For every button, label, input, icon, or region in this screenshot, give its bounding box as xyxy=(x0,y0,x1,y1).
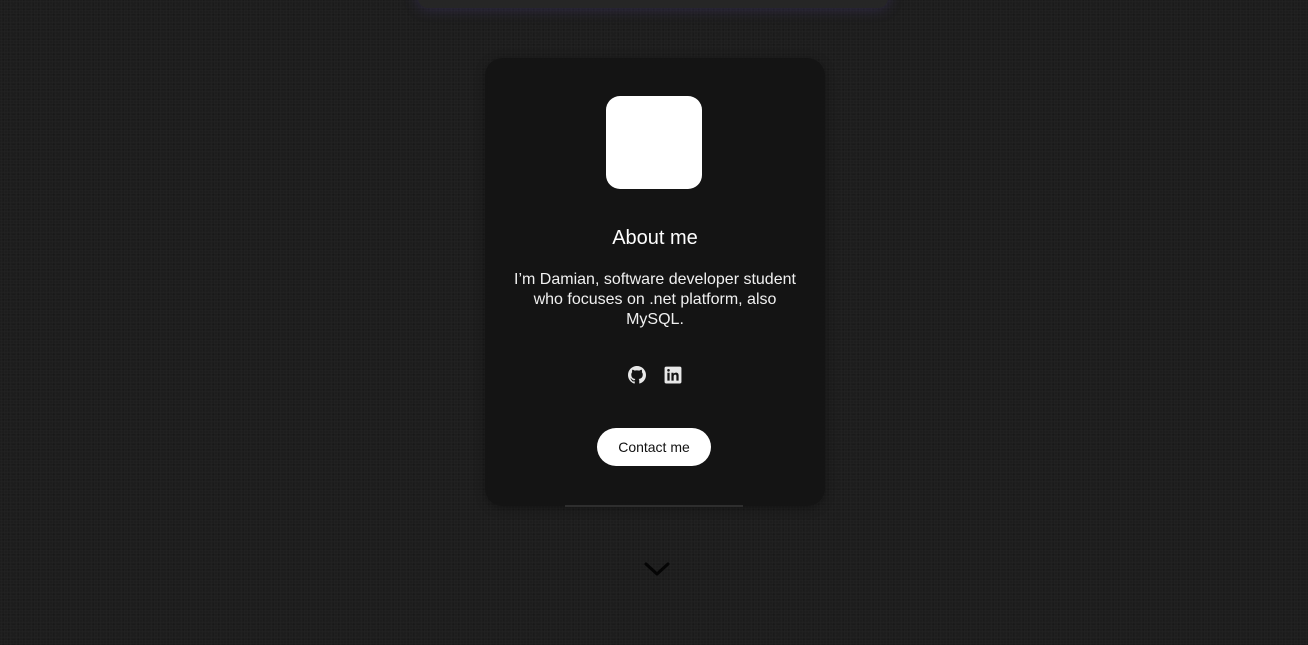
chevron-down-icon xyxy=(644,562,670,576)
about-description: I’m Damian, software developer student w… xyxy=(514,271,796,328)
about-card: About me I’m Damian, software developer … xyxy=(485,58,825,507)
scroll-down-button[interactable] xyxy=(644,561,670,577)
linkedin-icon xyxy=(664,366,682,384)
social-links xyxy=(485,366,825,384)
avatar xyxy=(606,96,702,189)
card-divider xyxy=(565,505,743,507)
contact-me-button[interactable]: Contact me xyxy=(597,428,711,466)
linkedin-link[interactable] xyxy=(664,366,682,384)
github-icon xyxy=(628,366,646,384)
github-link[interactable] xyxy=(628,366,646,384)
about-title: About me xyxy=(612,227,698,249)
top-navigation-bar xyxy=(418,0,888,8)
